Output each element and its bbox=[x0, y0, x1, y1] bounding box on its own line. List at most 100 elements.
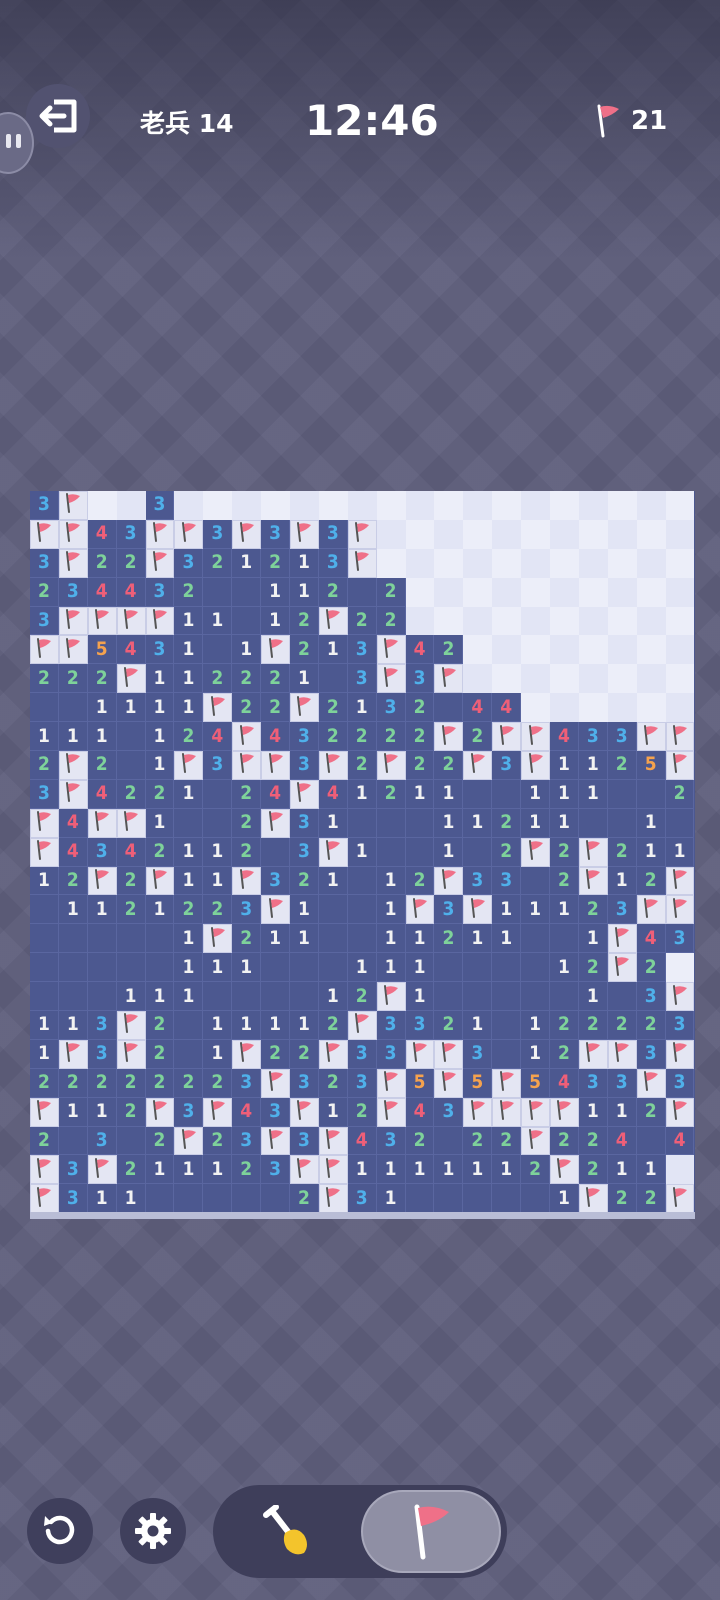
revealed-cell[interactable]: 3 bbox=[290, 722, 319, 752]
revealed-cell[interactable]: 4 bbox=[405, 1097, 435, 1127]
revealed-cell[interactable]: 2 bbox=[232, 664, 262, 694]
hidden-cell[interactable] bbox=[87, 491, 117, 520]
revealed-cell[interactable]: 2 bbox=[116, 1068, 146, 1098]
revealed-cell[interactable]: 2 bbox=[347, 982, 377, 1012]
revealed-cell[interactable]: 1 bbox=[318, 866, 348, 896]
hidden-cell[interactable] bbox=[492, 635, 522, 665]
revealed-cell[interactable] bbox=[318, 664, 348, 694]
revealed-cell[interactable]: 1 bbox=[290, 1011, 319, 1040]
flag-mode-button[interactable] bbox=[403, 1501, 459, 1563]
hidden-cell[interactable] bbox=[492, 548, 522, 578]
revealed-cell[interactable]: 1 bbox=[145, 722, 175, 752]
revealed-cell[interactable]: 2 bbox=[607, 1011, 637, 1040]
hidden-cell[interactable] bbox=[521, 693, 551, 723]
revealed-cell[interactable] bbox=[636, 1126, 666, 1156]
hidden-cell[interactable] bbox=[578, 635, 608, 665]
exit-button[interactable] bbox=[26, 84, 90, 148]
hidden-cell[interactable] bbox=[492, 577, 522, 607]
revealed-cell[interactable]: 3 bbox=[463, 866, 493, 896]
revealed-cell[interactable] bbox=[492, 982, 522, 1012]
revealed-cell[interactable]: 2 bbox=[116, 1155, 146, 1185]
hidden-cell[interactable] bbox=[665, 953, 695, 983]
revealed-cell[interactable]: 1 bbox=[261, 577, 291, 607]
flagged-cell[interactable] bbox=[145, 548, 175, 578]
revealed-cell[interactable]: 2 bbox=[318, 577, 348, 607]
revealed-cell[interactable]: 4 bbox=[116, 635, 146, 665]
hidden-cell[interactable] bbox=[434, 491, 464, 520]
flagged-cell[interactable] bbox=[116, 664, 146, 694]
revealed-cell[interactable]: 2 bbox=[30, 1068, 59, 1098]
revealed-cell[interactable]: 3 bbox=[145, 635, 175, 665]
flagged-cell[interactable] bbox=[58, 606, 88, 636]
revealed-cell[interactable] bbox=[290, 982, 319, 1012]
revealed-cell[interactable] bbox=[145, 924, 175, 954]
revealed-cell[interactable] bbox=[550, 924, 579, 954]
revealed-cell[interactable]: 3 bbox=[376, 1011, 406, 1040]
revealed-cell[interactable]: 1 bbox=[203, 1011, 233, 1040]
revealed-cell[interactable]: 1 bbox=[174, 664, 204, 694]
revealed-cell[interactable] bbox=[578, 808, 608, 838]
hidden-cell[interactable] bbox=[607, 519, 637, 549]
revealed-cell[interactable]: 3 bbox=[87, 837, 117, 867]
revealed-cell[interactable]: 3 bbox=[30, 779, 59, 809]
flagged-cell[interactable] bbox=[203, 693, 233, 723]
flagged-cell[interactable] bbox=[578, 1039, 608, 1069]
revealed-cell[interactable]: 2 bbox=[318, 693, 348, 723]
revealed-cell[interactable]: 5 bbox=[87, 635, 117, 665]
revealed-cell[interactable]: 2 bbox=[87, 664, 117, 694]
revealed-cell[interactable]: 2 bbox=[347, 751, 377, 780]
revealed-cell[interactable]: 3 bbox=[58, 577, 88, 607]
revealed-cell[interactable]: 1 bbox=[232, 635, 262, 665]
flagged-cell[interactable] bbox=[492, 722, 522, 752]
revealed-cell[interactable]: 2 bbox=[58, 866, 88, 896]
revealed-cell[interactable]: 1 bbox=[116, 982, 146, 1012]
revealed-cell[interactable] bbox=[521, 953, 551, 983]
revealed-cell[interactable] bbox=[463, 837, 493, 867]
revealed-cell[interactable]: 1 bbox=[376, 1155, 406, 1185]
hidden-cell[interactable] bbox=[116, 491, 146, 520]
flagged-cell[interactable] bbox=[58, 519, 88, 549]
revealed-cell[interactable] bbox=[463, 779, 493, 809]
revealed-cell[interactable]: 5 bbox=[521, 1068, 551, 1098]
revealed-cell[interactable]: 1 bbox=[58, 1011, 88, 1040]
revealed-cell[interactable]: 2 bbox=[145, 1068, 175, 1098]
revealed-cell[interactable] bbox=[347, 577, 377, 607]
revealed-cell[interactable]: 2 bbox=[376, 577, 406, 607]
revealed-cell[interactable]: 2 bbox=[578, 1155, 608, 1185]
revealed-cell[interactable] bbox=[492, 1039, 522, 1069]
revealed-cell[interactable]: 2 bbox=[290, 606, 319, 636]
revealed-cell[interactable]: 2 bbox=[261, 1039, 291, 1069]
revealed-cell[interactable] bbox=[347, 895, 377, 925]
revealed-cell[interactable]: 1 bbox=[405, 924, 435, 954]
revealed-cell[interactable]: 1 bbox=[30, 722, 59, 752]
flagged-cell[interactable] bbox=[665, 1184, 695, 1214]
flagged-cell[interactable] bbox=[347, 1011, 377, 1040]
flagged-cell[interactable] bbox=[521, 1126, 551, 1156]
revealed-cell[interactable] bbox=[116, 722, 146, 752]
revealed-cell[interactable] bbox=[463, 1184, 493, 1214]
revealed-cell[interactable]: 2 bbox=[290, 1039, 319, 1069]
revealed-cell[interactable]: 3 bbox=[376, 1126, 406, 1156]
revealed-cell[interactable]: 3 bbox=[578, 1068, 608, 1098]
revealed-cell[interactable]: 3 bbox=[261, 519, 291, 549]
revealed-cell[interactable]: 1 bbox=[463, 1011, 493, 1040]
revealed-cell[interactable]: 1 bbox=[30, 866, 59, 896]
revealed-cell[interactable]: 3 bbox=[318, 519, 348, 549]
revealed-cell[interactable]: 1 bbox=[578, 924, 608, 954]
revealed-cell[interactable]: 3 bbox=[203, 751, 233, 780]
revealed-cell[interactable]: 3 bbox=[347, 1068, 377, 1098]
hidden-cell[interactable] bbox=[521, 548, 551, 578]
revealed-cell[interactable]: 1 bbox=[405, 953, 435, 983]
flagged-cell[interactable] bbox=[30, 635, 59, 665]
revealed-cell[interactable]: 4 bbox=[347, 1126, 377, 1156]
revealed-cell[interactable]: 2 bbox=[347, 606, 377, 636]
revealed-cell[interactable] bbox=[434, 953, 464, 983]
revealed-cell[interactable]: 1 bbox=[145, 664, 175, 694]
revealed-cell[interactable] bbox=[203, 779, 233, 809]
hidden-cell[interactable] bbox=[578, 548, 608, 578]
revealed-cell[interactable]: 2 bbox=[318, 1011, 348, 1040]
revealed-cell[interactable]: 2 bbox=[636, 1184, 666, 1214]
flagged-cell[interactable] bbox=[607, 953, 637, 983]
flagged-cell[interactable] bbox=[87, 606, 117, 636]
revealed-cell[interactable]: 2 bbox=[116, 1097, 146, 1127]
